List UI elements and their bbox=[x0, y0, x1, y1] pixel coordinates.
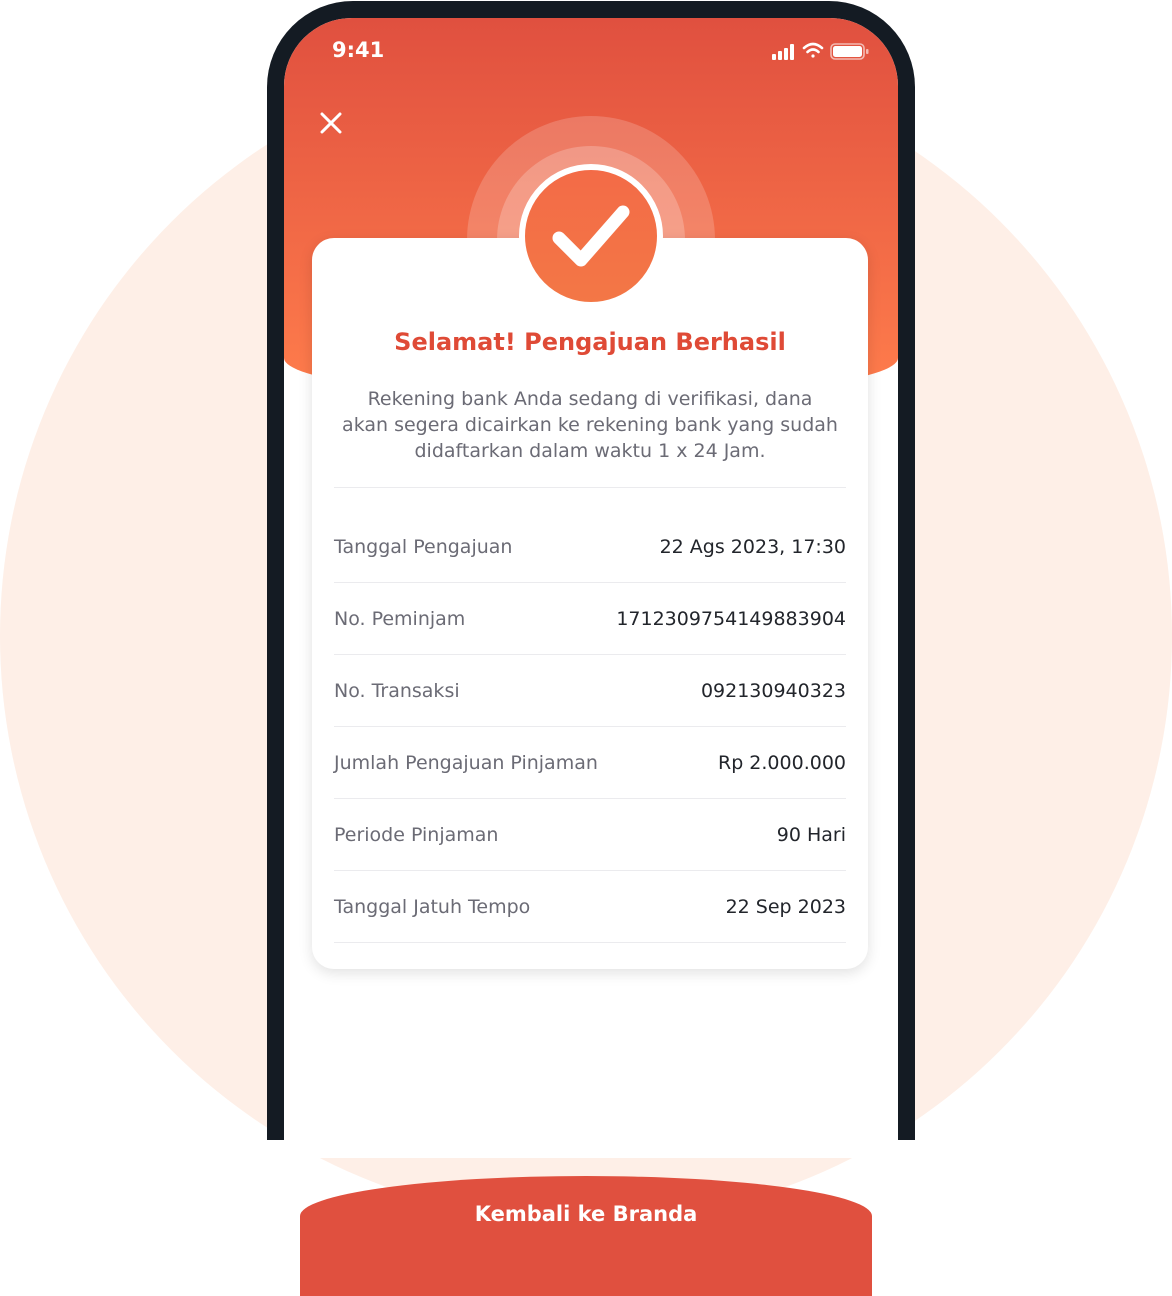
divider bbox=[334, 487, 846, 488]
detail-label: Tanggal Jatuh Tempo bbox=[334, 895, 531, 918]
detail-label: No. Transaksi bbox=[334, 679, 460, 702]
close-icon[interactable] bbox=[318, 110, 344, 136]
detail-value: 1712309754149883904 bbox=[616, 607, 846, 630]
detail-value: 092130940323 bbox=[700, 679, 846, 702]
detail-label: Jumlah Pengajuan Pinjaman bbox=[334, 751, 598, 774]
detail-label: Periode Pinjaman bbox=[334, 823, 499, 846]
back-to-home-button[interactable]: Kembali ke Branda bbox=[300, 1176, 872, 1296]
detail-value: 22 Ags 2023, 17:30 bbox=[659, 535, 846, 558]
detail-value: Rp 2.000.000 bbox=[718, 751, 846, 774]
phone-screen: 9:41 Selamat! Pengajuan Berhasil Rekenin… bbox=[284, 18, 898, 1158]
result-description: Rekening bank Anda sedang di verifikasi,… bbox=[342, 388, 838, 462]
detail-label: No. Peminjam bbox=[334, 607, 466, 630]
status-time: 9:41 bbox=[332, 38, 385, 62]
detail-row-no-transaksi: No. Transaksi 092130940323 bbox=[334, 655, 846, 727]
detail-row-tanggal-jatuh-tempo: Tanggal Jatuh Tempo 22 Sep 2023 bbox=[334, 871, 846, 943]
detail-row-periode-pinjaman: Periode Pinjaman 90 Hari bbox=[334, 799, 846, 871]
phone-frame: 9:41 Selamat! Pengajuan Berhasil Rekenin… bbox=[267, 1, 915, 1158]
success-check-badge bbox=[519, 164, 663, 308]
detail-value: 22 Sep 2023 bbox=[725, 895, 846, 918]
detail-row-no-peminjam: No. Peminjam 1712309754149883904 bbox=[334, 583, 846, 655]
detail-list: Tanggal Pengajuan 22 Ags 2023, 17:30 No.… bbox=[334, 511, 846, 943]
wifi-icon bbox=[802, 42, 824, 58]
detail-value: 90 Hari bbox=[776, 823, 846, 846]
status-icons bbox=[772, 42, 869, 60]
detail-label: Tanggal Pengajuan bbox=[334, 535, 513, 558]
result-card: Selamat! Pengajuan Berhasil Rekening ban… bbox=[312, 238, 868, 969]
detail-row-jumlah-pengajuan: Jumlah Pengajuan Pinjaman Rp 2.000.000 bbox=[334, 727, 846, 799]
battery-icon bbox=[830, 43, 869, 60]
check-icon bbox=[552, 205, 630, 267]
signal-icon bbox=[772, 44, 794, 60]
detail-row-tanggal-pengajuan: Tanggal Pengajuan 22 Ags 2023, 17:30 bbox=[334, 511, 846, 583]
result-title: Selamat! Pengajuan Berhasil bbox=[394, 328, 786, 356]
